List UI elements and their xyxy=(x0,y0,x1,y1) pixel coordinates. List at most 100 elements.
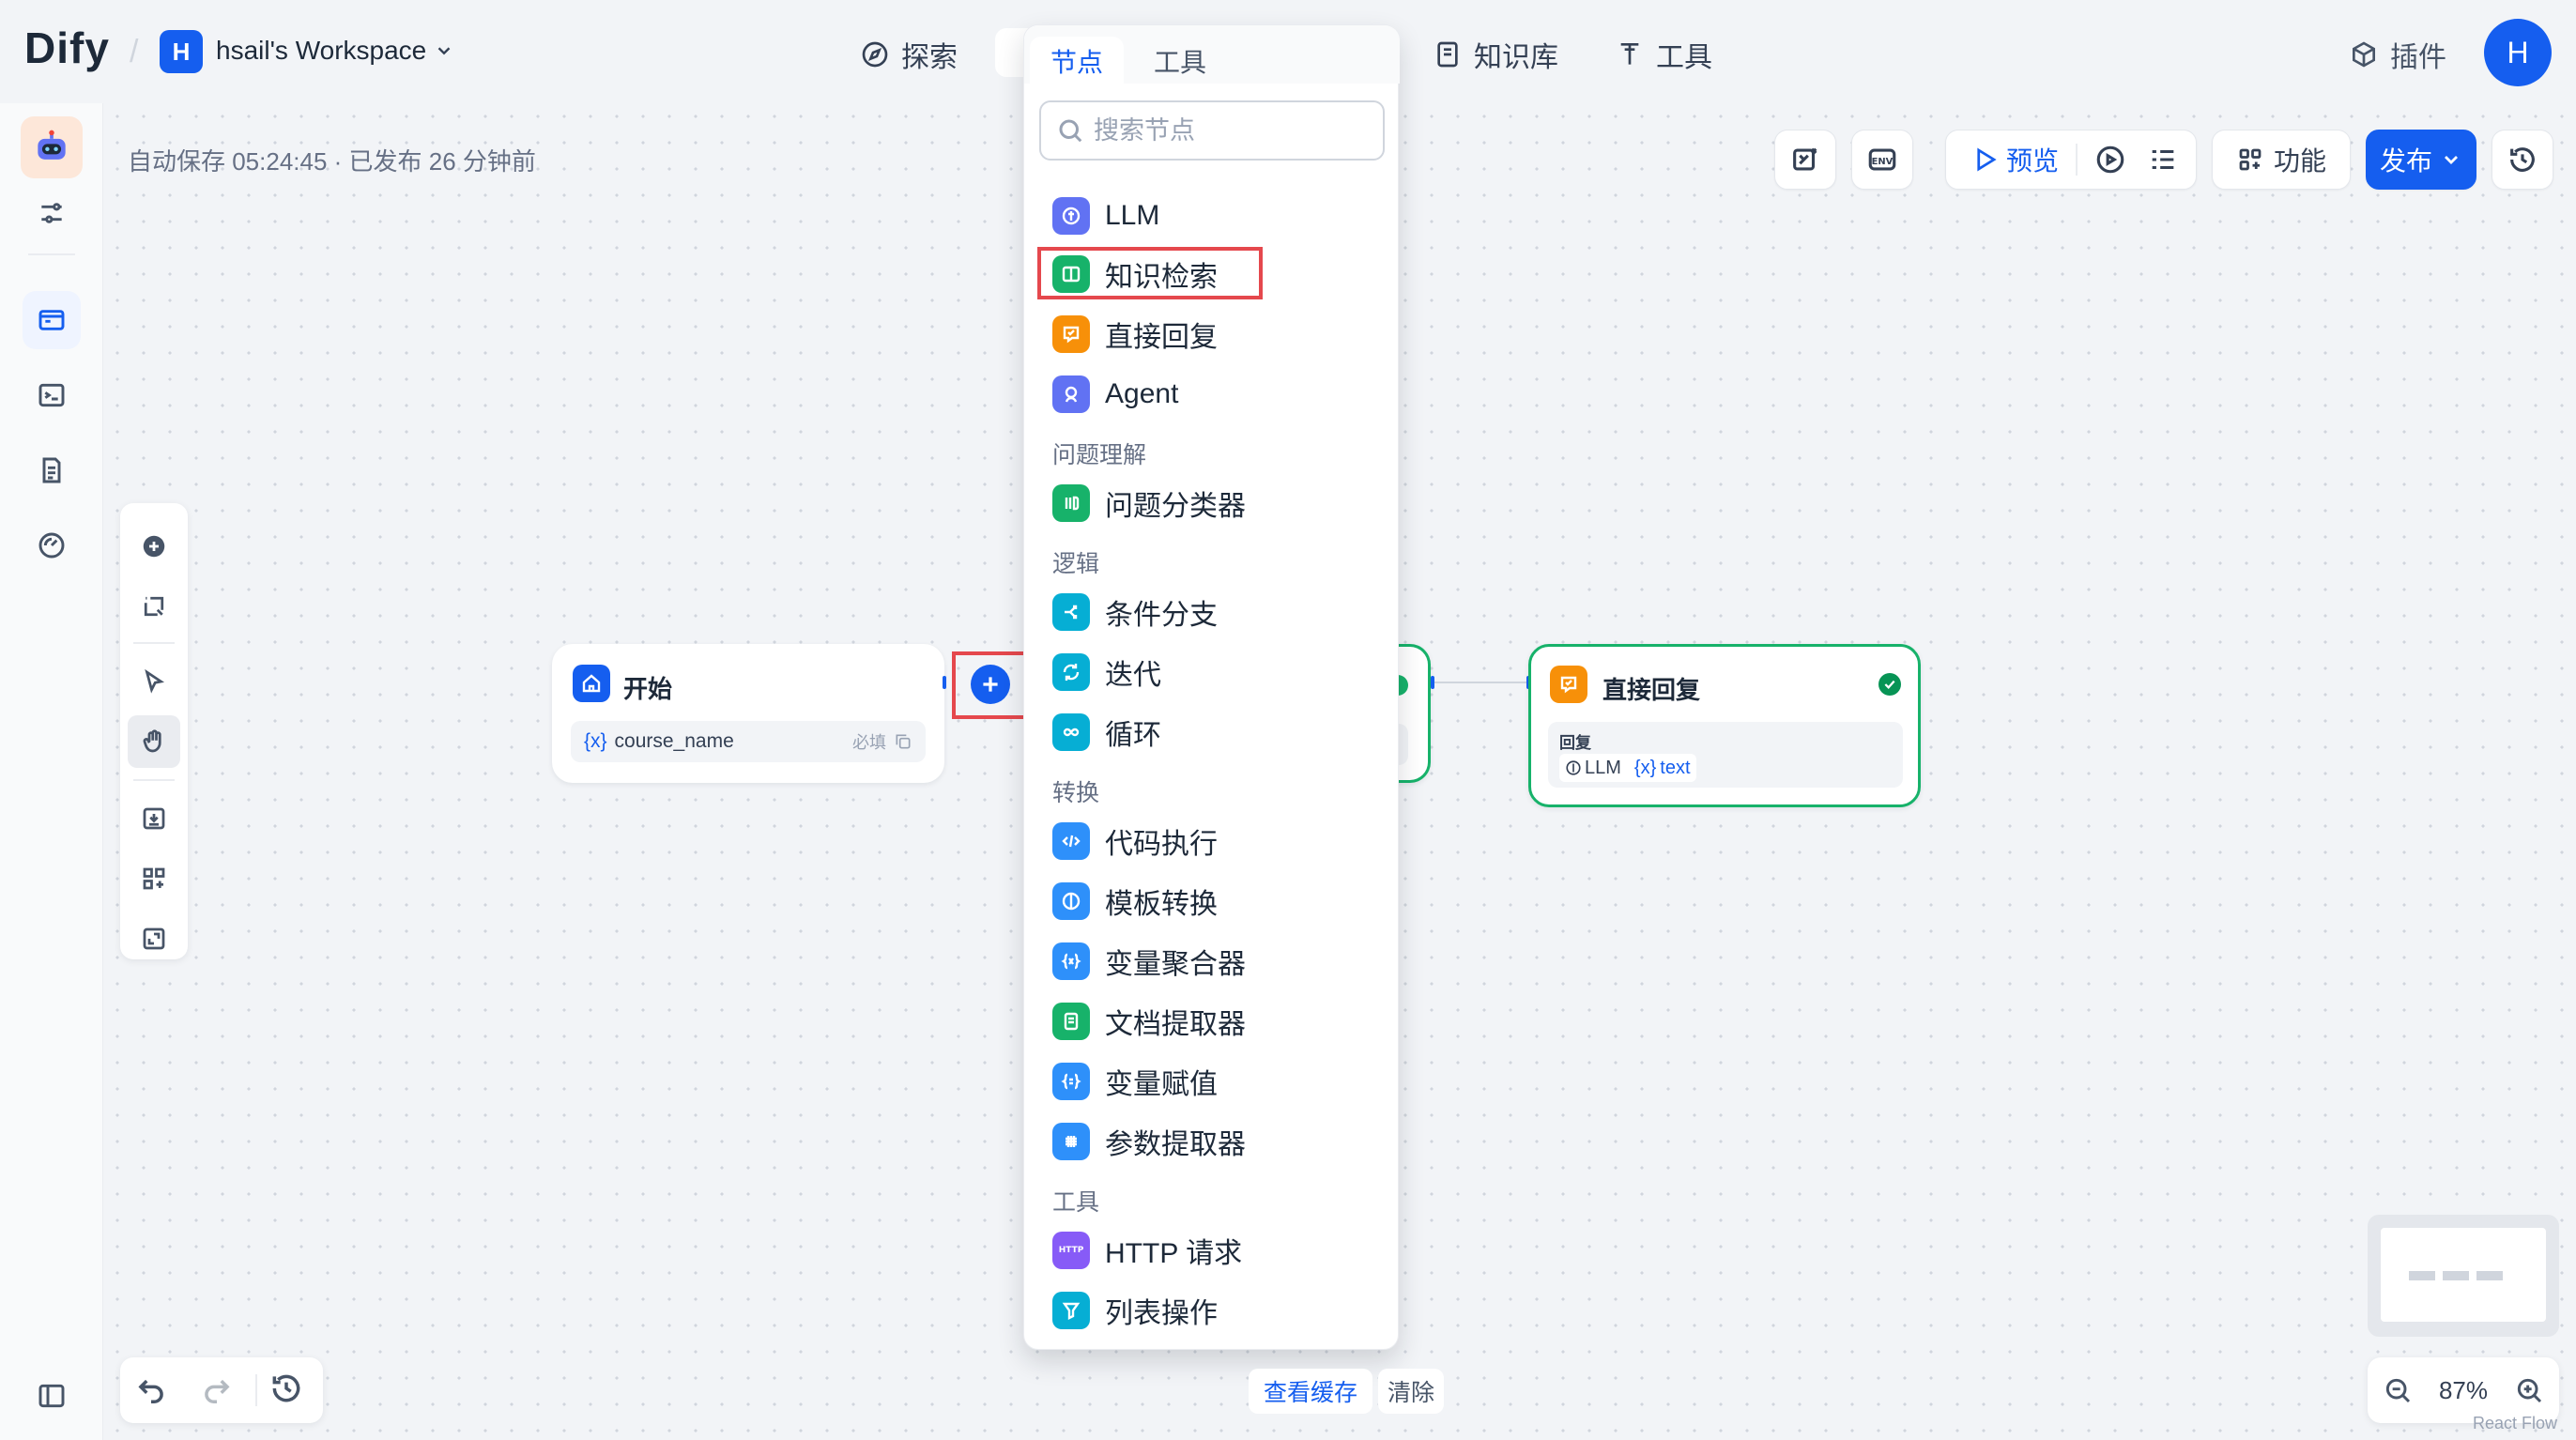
run-history-button[interactable] xyxy=(2094,144,2126,176)
group-header-question: 问题理解 xyxy=(1052,442,1147,468)
variable-icon: {x} xyxy=(584,730,607,752)
pointer-tool[interactable] xyxy=(128,655,180,708)
start-node-handle[interactable] xyxy=(943,676,946,689)
menu-item-template[interactable]: 模板转换 xyxy=(1034,874,1390,928)
publish-button[interactable]: 发布 xyxy=(2366,130,2476,190)
export-image-tool[interactable] xyxy=(128,792,180,845)
menu-item-knowledge-retrieval[interactable]: 知识检索 xyxy=(1034,247,1390,301)
robot-icon xyxy=(38,130,66,160)
redo-button[interactable] xyxy=(199,1371,235,1411)
nav-tools[interactable]: 工具 xyxy=(1615,34,1712,75)
menu-item-loop[interactable]: 循环 xyxy=(1034,705,1390,759)
zoom-out-icon[interactable] xyxy=(2383,1375,2413,1405)
menu-item-if-else[interactable]: 条件分支 xyxy=(1034,585,1390,639)
nav-knowledge[interactable]: 知识库 xyxy=(1433,34,1558,75)
variable-inspect-button[interactable] xyxy=(2147,144,2179,176)
zoom-in-icon[interactable] xyxy=(2514,1375,2544,1405)
dify-logo[interactable]: Dify xyxy=(24,23,110,73)
filter-icon xyxy=(1052,1292,1090,1329)
menu-item-variable-aggregator[interactable]: 变量聚合器 xyxy=(1034,934,1390,988)
template-icon xyxy=(1052,882,1090,920)
llm-icon xyxy=(1566,760,1581,775)
menu-item-label: LLM xyxy=(1105,200,1160,231)
menu-item-label: Agent xyxy=(1105,378,1179,409)
checklist-button[interactable] xyxy=(1774,130,1836,190)
answer-ref-var: text xyxy=(1660,757,1691,778)
organize-blocks-tool[interactable] xyxy=(128,852,180,905)
clear-cache-button[interactable]: 清除 xyxy=(1378,1369,1445,1414)
add-next-node-button[interactable] xyxy=(971,665,1010,704)
preview-button[interactable]: 预览 xyxy=(1970,141,2059,178)
workspace-avatar[interactable]: H xyxy=(160,30,203,73)
book-open-icon xyxy=(1052,255,1090,293)
tab-nodes[interactable]: 节点 xyxy=(1030,37,1125,85)
menu-item-variable-assigner[interactable]: 变量赋值 xyxy=(1034,1054,1390,1109)
menu-item-label: 代码执行 xyxy=(1105,829,1218,860)
start-variable-row[interactable]: {x} course_name 必填 xyxy=(571,721,926,762)
workspace-name[interactable]: hsail's Workspace xyxy=(216,36,426,66)
view-cache-button[interactable]: 查看缓存 xyxy=(1249,1369,1373,1414)
agent-icon xyxy=(1052,375,1090,413)
svg-text:ENV: ENV xyxy=(1872,157,1894,167)
canvas-tool-palette xyxy=(120,503,188,959)
menu-item-list-operator[interactable]: 列表操作 xyxy=(1034,1283,1390,1338)
start-node[interactable]: 开始 {x} course_name 必填 xyxy=(552,644,944,783)
app-settings-icon[interactable] xyxy=(23,184,81,242)
react-flow-attribution[interactable]: React Flow xyxy=(2473,1414,2557,1433)
plus-icon xyxy=(983,677,998,692)
plus-circle-icon xyxy=(143,535,165,558)
chevron-down-icon xyxy=(437,47,451,55)
preview-label: 预览 xyxy=(2006,146,2060,176)
menu-item-label: 问题分类器 xyxy=(1105,491,1246,522)
workspace-switcher[interactable]: hsail's Workspace xyxy=(216,36,454,66)
assign-icon xyxy=(1052,1063,1090,1100)
compass-icon xyxy=(862,41,888,68)
add-note-tool[interactable] xyxy=(128,580,180,633)
required-badge: 必填 xyxy=(852,733,886,752)
env-icon: ENV xyxy=(1868,148,1896,171)
zoom-level[interactable]: 87% xyxy=(2439,1376,2488,1405)
expand-icon xyxy=(143,927,165,950)
user-avatar[interactable]: H xyxy=(2484,19,2552,86)
monitoring-icon[interactable] xyxy=(23,516,81,574)
api-access-icon[interactable] xyxy=(23,366,81,424)
change-history-button[interactable] xyxy=(268,1371,304,1411)
toolbar-divider xyxy=(2076,144,2078,176)
start-variable-name: course_name xyxy=(614,730,734,752)
menu-item-doc-extractor[interactable]: 文档提取器 xyxy=(1034,994,1390,1049)
menu-item-llm[interactable]: LLM xyxy=(1034,189,1390,243)
version-history-button[interactable] xyxy=(2492,130,2553,190)
menu-item-http-request[interactable]: HTTP HTTP 请求 xyxy=(1034,1223,1390,1278)
answer-content-box[interactable]: 回复 LLM {x} text xyxy=(1548,722,1903,788)
download-box-icon xyxy=(143,807,165,830)
app-icon[interactable] xyxy=(21,116,83,178)
menu-item-agent[interactable]: Agent xyxy=(1034,367,1390,421)
menu-item-question-classifier[interactable]: 问题分类器 xyxy=(1034,476,1390,530)
undo-button[interactable] xyxy=(133,1371,169,1411)
menu-item-parameter-extractor[interactable]: 参数提取器 xyxy=(1034,1114,1390,1169)
logs-icon[interactable] xyxy=(23,441,81,499)
env-button[interactable]: ENV xyxy=(1851,130,1913,190)
http-icon: HTTP xyxy=(1052,1232,1090,1269)
nav-plugins[interactable]: 插件 xyxy=(2349,34,2446,75)
edge-llm-to-answer xyxy=(1434,682,1528,683)
orchestrate-icon[interactable] xyxy=(23,291,81,349)
menu-item-label: 直接回复 xyxy=(1105,322,1218,353)
maximize-canvas-tool[interactable] xyxy=(128,912,180,965)
add-node-tool[interactable] xyxy=(128,520,180,573)
node-search-box[interactable] xyxy=(1039,100,1385,161)
menu-item-iteration[interactable]: 迭代 xyxy=(1034,645,1390,699)
collapse-sidebar-icon[interactable] xyxy=(23,1367,81,1425)
features-button[interactable]: 功能 xyxy=(2212,130,2351,190)
menu-item-direct-reply[interactable]: 直接回复 xyxy=(1034,307,1390,361)
tab-tools[interactable]: 工具 xyxy=(1133,37,1227,85)
answer-node[interactable]: 直接回复 回复 LLM {x} text xyxy=(1528,644,1921,807)
hand-tool[interactable] xyxy=(128,715,180,768)
minimap[interactable] xyxy=(2368,1215,2559,1337)
menu-item-code[interactable]: 代码执行 xyxy=(1034,814,1390,868)
llm-icon xyxy=(1052,197,1090,235)
nav-explore[interactable]: 探索 xyxy=(860,34,958,75)
node-search-input[interactable] xyxy=(1094,115,1375,146)
book-icon xyxy=(1437,41,1458,68)
publish-label: 发布 xyxy=(2379,146,2432,176)
